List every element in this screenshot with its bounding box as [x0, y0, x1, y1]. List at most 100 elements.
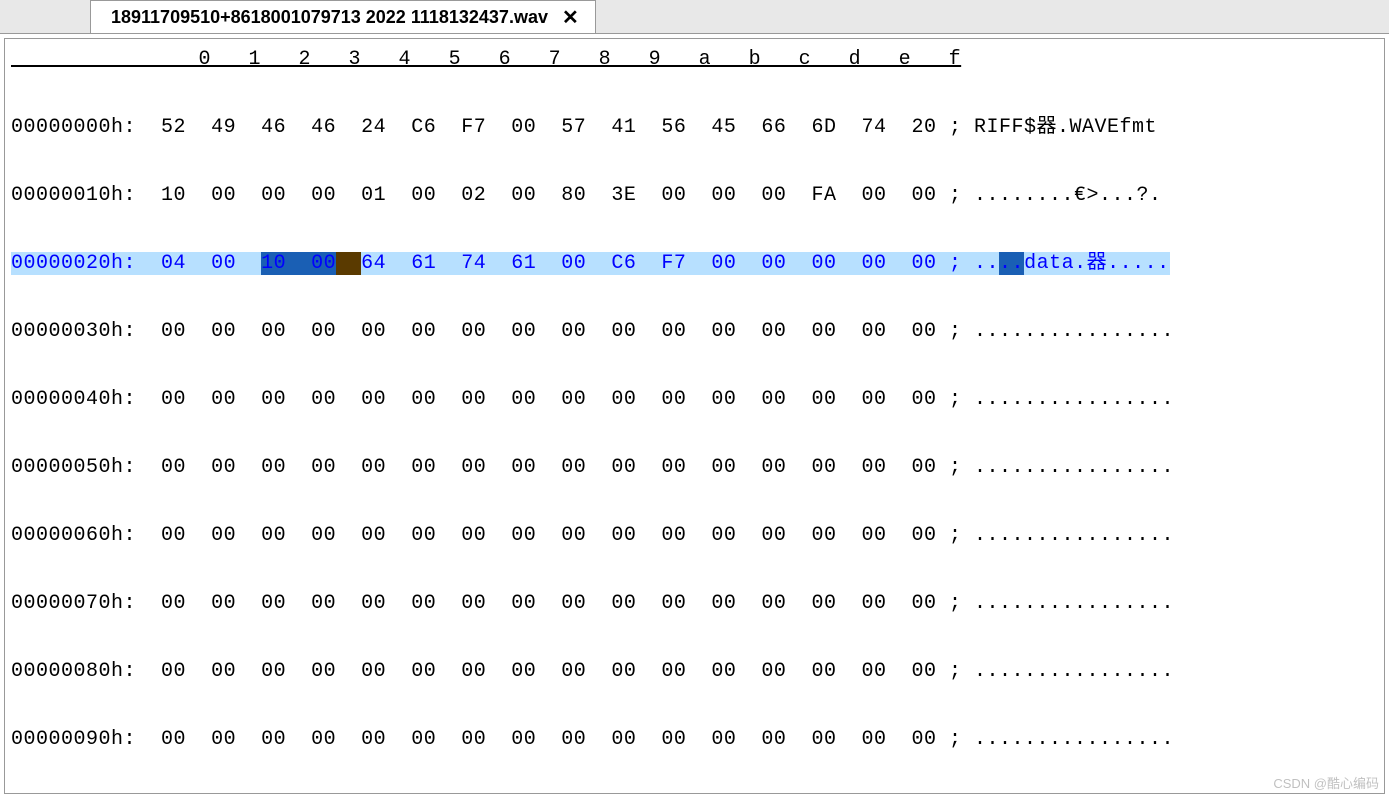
hex-byte[interactable]: C6	[611, 252, 636, 275]
hex-byte[interactable]: 00	[761, 660, 786, 683]
hex-byte[interactable]: 20	[912, 116, 937, 139]
hex-byte[interactable]: 00	[511, 184, 536, 207]
hex-byte[interactable]: 00	[411, 184, 436, 207]
hex-byte[interactable]: 00	[511, 524, 536, 547]
hex-byte[interactable]: 24	[361, 116, 386, 139]
hex-byte[interactable]: 66	[761, 116, 786, 139]
hex-byte[interactable]: 00	[561, 320, 586, 343]
hex-byte[interactable]: 00	[411, 524, 436, 547]
hex-byte[interactable]: 00	[811, 388, 836, 411]
hex-byte[interactable]: F7	[461, 116, 486, 139]
hex-byte[interactable]: 00	[511, 116, 536, 139]
hex-byte[interactable]: 00	[511, 728, 536, 751]
hex-byte[interactable]: 00	[711, 660, 736, 683]
hex-byte[interactable]: 00	[411, 320, 436, 343]
hex-byte[interactable]: 00	[311, 456, 336, 479]
hex-byte[interactable]: 00	[661, 592, 686, 615]
hex-byte[interactable]: 00	[161, 728, 186, 751]
hex-byte[interactable]: 00	[361, 728, 386, 751]
hex-byte[interactable]: 00	[261, 456, 286, 479]
hex-byte[interactable]: 00	[912, 184, 937, 207]
ascii[interactable]: ................	[974, 320, 1174, 343]
hex-byte[interactable]: 00	[361, 592, 386, 615]
hex-byte[interactable]: 00	[711, 320, 736, 343]
hex-byte[interactable]: 00	[561, 388, 586, 411]
hex-byte[interactable]: 00	[711, 592, 736, 615]
ascii-selected[interactable]: ..	[999, 252, 1024, 275]
hex-byte[interactable]: 00	[561, 728, 586, 751]
hex-byte[interactable]: 00	[261, 184, 286, 207]
hex-byte[interactable]: 00	[761, 728, 786, 751]
hex-byte[interactable]: 00	[861, 660, 886, 683]
hex-byte[interactable]: 00	[711, 184, 736, 207]
hex-byte[interactable]: 00	[211, 456, 236, 479]
hex-byte[interactable]: 00	[211, 388, 236, 411]
hex-byte[interactable]: 00	[411, 592, 436, 615]
hex-byte[interactable]: 00	[912, 252, 937, 275]
hex-byte[interactable]: C6	[411, 116, 436, 139]
hex-byte[interactable]: 45	[711, 116, 736, 139]
hex-byte[interactable]: 00	[311, 388, 336, 411]
hex-byte[interactable]: 46	[261, 116, 286, 139]
ascii[interactable]: ..	[974, 252, 999, 275]
hex-byte[interactable]: 41	[611, 116, 636, 139]
ascii[interactable]: RIFF$器.WAVEfmt	[974, 116, 1170, 139]
hex-byte[interactable]: 00	[811, 524, 836, 547]
hex-byte[interactable]: 00	[361, 456, 386, 479]
hex-byte[interactable]: 00	[461, 592, 486, 615]
hex-byte[interactable]: 00	[861, 524, 886, 547]
hex-byte[interactable]: 00	[912, 456, 937, 479]
hex-byte[interactable]: 10	[161, 184, 186, 207]
hex-byte[interactable]: 00	[311, 592, 336, 615]
hex-byte[interactable]: 00	[161, 524, 186, 547]
hex-byte[interactable]: 00	[211, 320, 236, 343]
hex-byte[interactable]: 00	[511, 660, 536, 683]
hex-byte[interactable]: 00	[361, 320, 386, 343]
hex-byte[interactable]: 64	[361, 252, 386, 275]
hex-byte[interactable]: 00	[261, 524, 286, 547]
hex-byte[interactable]: 00	[311, 184, 336, 207]
hex-byte[interactable]: 00	[361, 660, 386, 683]
hex-byte[interactable]: 00	[611, 592, 636, 615]
hex-row[interactable]: 00000070h: 00 00 00 00 00 00 00 00 00 00…	[11, 587, 1378, 621]
hex-byte[interactable]: 10	[261, 252, 286, 275]
hex-byte[interactable]: 00	[161, 592, 186, 615]
hex-row[interactable]: 00000080h: 00 00 00 00 00 00 00 00 00 00…	[11, 655, 1378, 689]
hex-byte[interactable]: 00	[161, 320, 186, 343]
hex-byte[interactable]: 00	[761, 320, 786, 343]
hex-byte[interactable]: 00	[411, 456, 436, 479]
hex-byte[interactable]: 57	[561, 116, 586, 139]
hex-byte[interactable]: 00	[761, 184, 786, 207]
hex-byte[interactable]: 00	[711, 524, 736, 547]
hex-row[interactable]: 00000090h: 00 00 00 00 00 00 00 00 00 00…	[11, 723, 1378, 757]
hex-row[interactable]: 00000050h: 00 00 00 00 00 00 00 00 00 00…	[11, 451, 1378, 485]
hex-byte[interactable]: 00	[461, 320, 486, 343]
hex-row[interactable]: 00000060h: 00 00 00 00 00 00 00 00 00 00…	[11, 519, 1378, 553]
file-tab[interactable]: 18911709510+8618001079713 2022 111813243…	[90, 0, 596, 33]
hex-byte[interactable]: 00	[861, 728, 886, 751]
hex-byte[interactable]: F7	[661, 252, 686, 275]
hex-byte[interactable]: 46	[311, 116, 336, 139]
hex-byte[interactable]: 00	[861, 184, 886, 207]
hex-byte[interactable]: 00	[161, 456, 186, 479]
hex-byte[interactable]: 00	[561, 524, 586, 547]
hex-byte[interactable]: 00	[611, 728, 636, 751]
hex-byte[interactable]: 00	[511, 592, 536, 615]
hex-byte[interactable]: 49	[211, 116, 236, 139]
hex-byte[interactable]: 00	[661, 728, 686, 751]
ascii[interactable]: ................	[974, 388, 1174, 411]
hex-byte[interactable]: 61	[411, 252, 436, 275]
hex-byte[interactable]: 00	[711, 728, 736, 751]
hex-byte[interactable]: 00	[561, 252, 586, 275]
hex-byte[interactable]: 00	[661, 524, 686, 547]
hex-byte[interactable]: 00	[211, 184, 236, 207]
hex-byte[interactable]: 00	[461, 456, 486, 479]
hex-byte[interactable]: 00	[711, 456, 736, 479]
hex-byte[interactable]: 00	[311, 252, 336, 275]
ascii[interactable]: ................	[974, 592, 1174, 615]
hex-byte[interactable]: 00	[761, 592, 786, 615]
hex-byte[interactable]: 00	[861, 388, 886, 411]
hex-byte[interactable]: 00	[411, 388, 436, 411]
hex-row[interactable]: 00000020h: 04 00 10 00 64 61 74 61 00 C6…	[11, 247, 1378, 281]
hex-byte[interactable]: 00	[261, 728, 286, 751]
